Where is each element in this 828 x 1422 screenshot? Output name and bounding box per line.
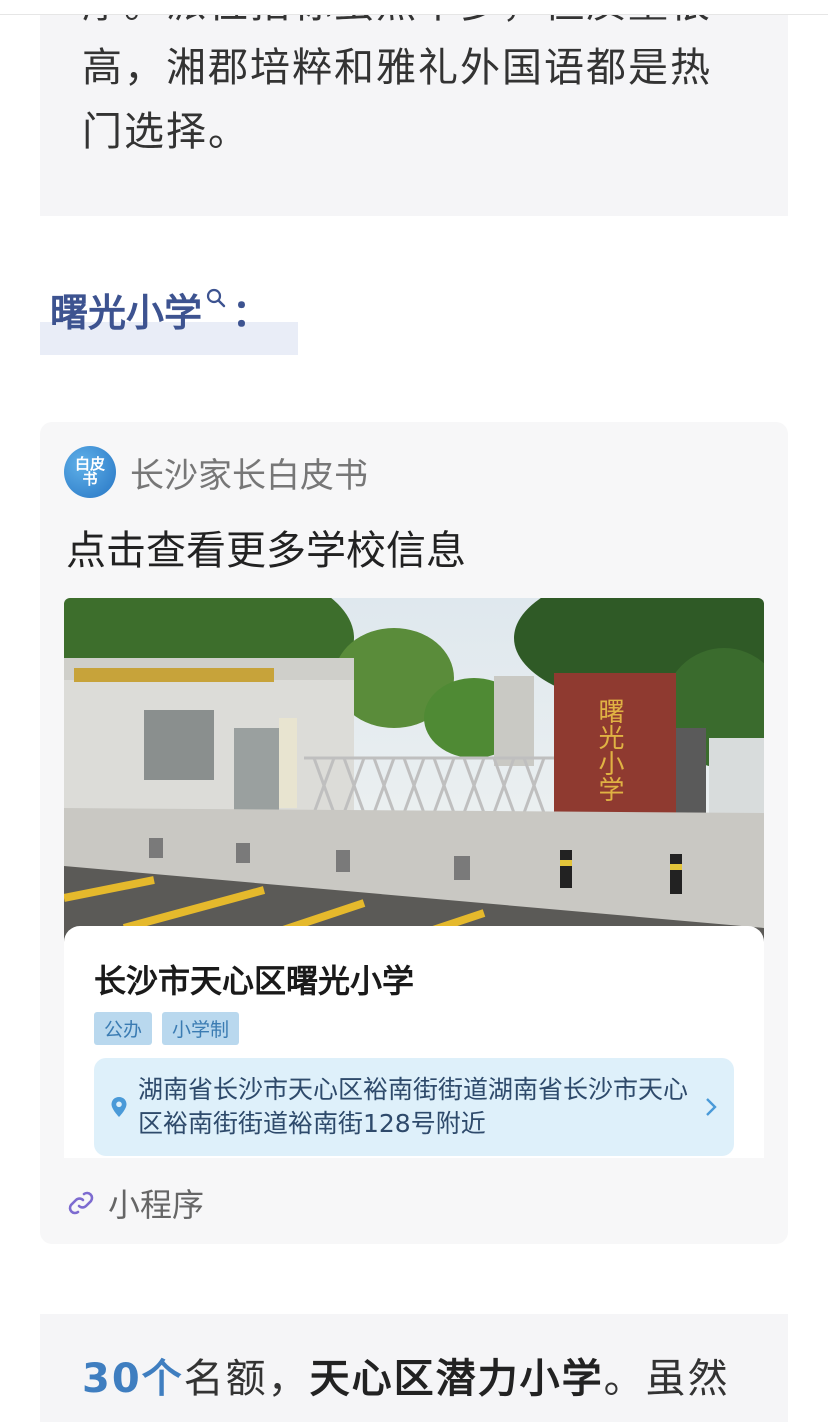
avatar-text: 白皮书 bbox=[74, 455, 105, 488]
mini-program-link-icon bbox=[68, 1191, 94, 1215]
next-paragraph: 30个名额，天心区潜力小学。虽然 bbox=[82, 1346, 730, 1404]
tag-public: 公办 bbox=[94, 1012, 153, 1045]
next-text-1: 名额， bbox=[183, 1356, 310, 1402]
school-tags: 公办 小学制 bbox=[94, 1012, 240, 1045]
school-gate-photo: 曙光小学 bbox=[64, 598, 764, 958]
top-divider bbox=[0, 0, 828, 15]
next-text-2: 。虽然 bbox=[603, 1356, 730, 1402]
mini-program-label: 小程序 bbox=[108, 1186, 205, 1224]
mini-program-header: 白皮书 长沙家长白皮书 bbox=[64, 446, 368, 498]
next-quote-box: 30个名额，天心区潜力小学。虽然 bbox=[40, 1314, 788, 1422]
mini-program-title: 点击查看更多学校信息 bbox=[66, 528, 466, 574]
school-info-card[interactable]: 长沙市天心区曙光小学 公办 小学制 湖南省长沙市天心区裕南街街道湖南省长沙市天心… bbox=[64, 926, 764, 1158]
location-pin-icon bbox=[111, 1097, 127, 1117]
sign-text: 曙光小学 bbox=[594, 698, 624, 802]
mini-program-footer: 小程序 bbox=[66, 1180, 204, 1226]
quota-number: 30个 bbox=[82, 1356, 184, 1402]
search-icon[interactable] bbox=[204, 286, 228, 310]
heading-colon: ： bbox=[232, 291, 271, 335]
account-name: 长沙家长白皮书 bbox=[130, 455, 368, 496]
intro-quote-box: 厚。派位指标虽然不多，但质量很高，湘郡培粹和雅礼外国语都是热门选择。 bbox=[40, 0, 788, 216]
intro-paragraph: 厚。派位指标虽然不多，但质量很高，湘郡培粹和雅礼外国语都是热门选择。 bbox=[82, 0, 712, 155]
address-text: 湖南省长沙市天心区裕南街街道湖南省长沙市天心区裕南街街道裕南街128号附近 bbox=[138, 1075, 689, 1138]
school-name: 长沙市天心区曙光小学 bbox=[94, 962, 415, 1000]
section-heading: 曙光小学 ： bbox=[40, 282, 298, 355]
address-row[interactable]: 湖南省长沙市天心区裕南街街道湖南省长沙市天心区裕南街街道裕南街128号附近 bbox=[94, 1058, 734, 1156]
tag-school-system: 小学制 bbox=[162, 1012, 240, 1045]
chevron-right-icon[interactable] bbox=[704, 1096, 718, 1118]
mini-program-card[interactable]: 白皮书 长沙家长白皮书 点击查看更多学校信息 曙光小学 长沙市天心区曙光小学 公… bbox=[40, 422, 788, 1244]
school-photo-image: 曙光小学 bbox=[64, 598, 764, 958]
account-avatar: 白皮书 bbox=[64, 446, 116, 498]
heading-text[interactable]: 曙光小学 bbox=[50, 282, 202, 337]
next-school-name: 天心区潜力小学 bbox=[309, 1356, 604, 1402]
